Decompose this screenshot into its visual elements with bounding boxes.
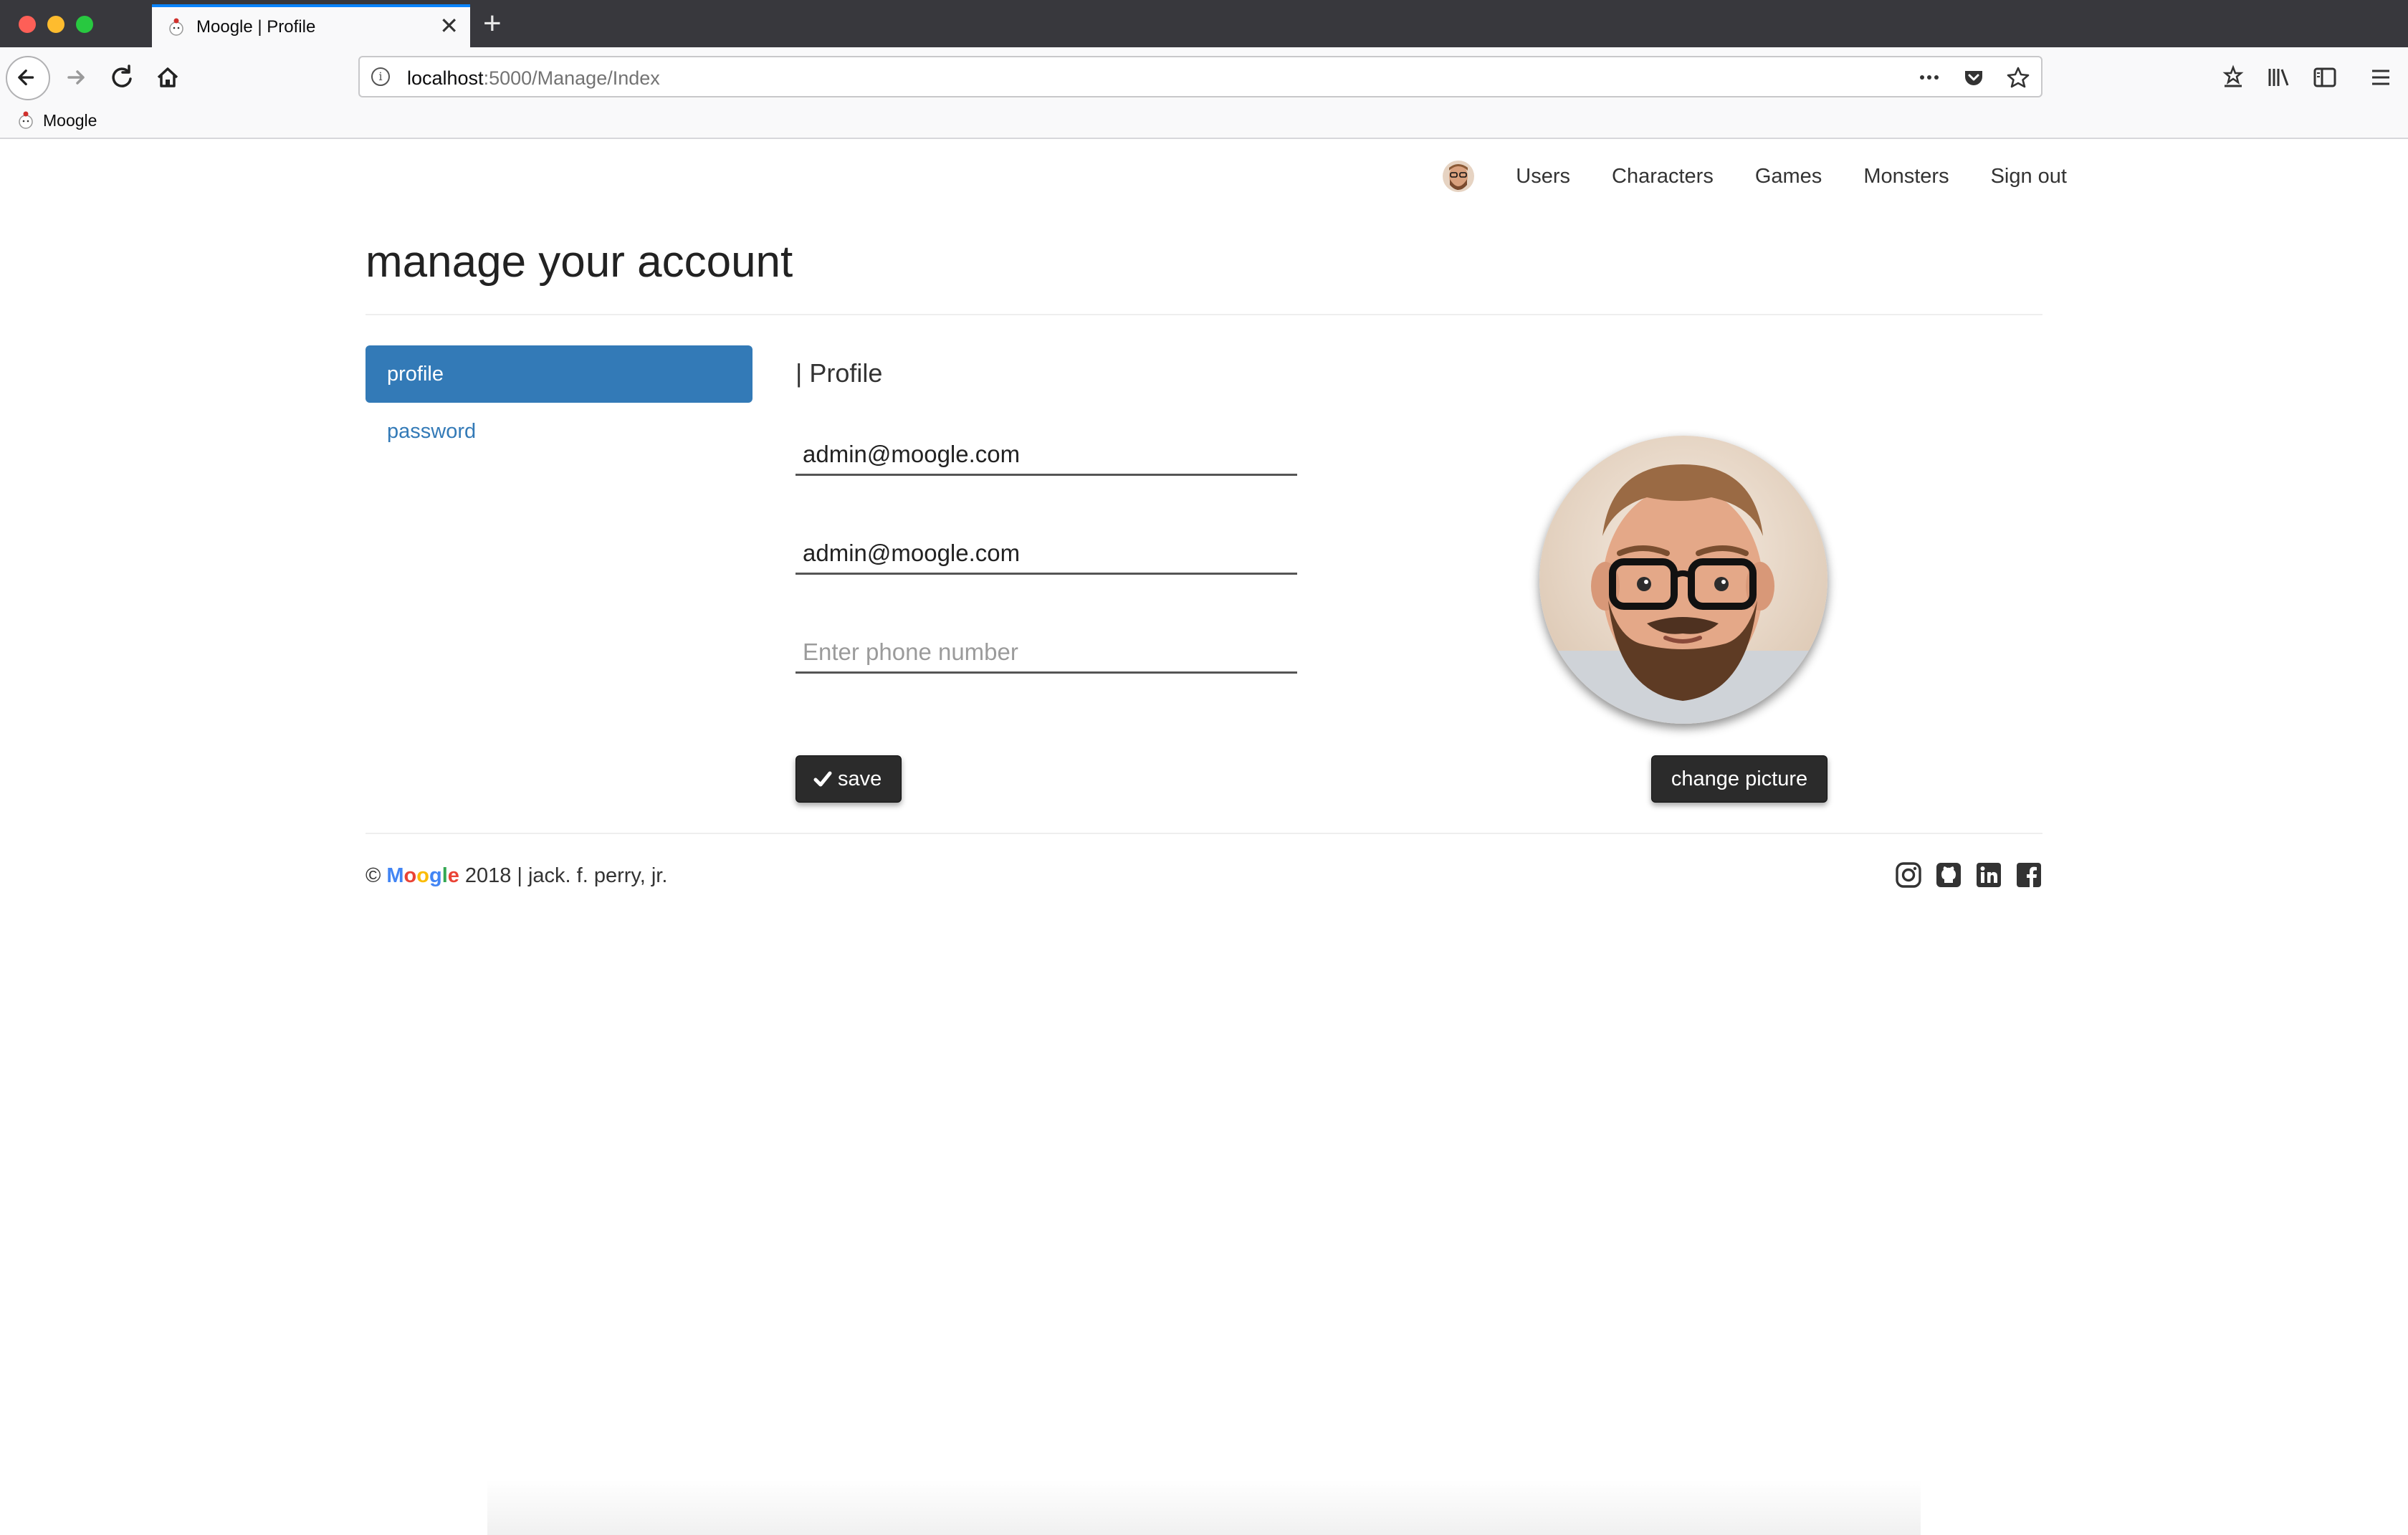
copyright-symbol: © [366,864,381,887]
browser-titlebar: Moogle | Profile ✕ + [0,0,2408,47]
section-title: | Profile [796,358,883,388]
sidebar-item-profile[interactable]: profile [366,345,752,403]
window-maximize-button[interactable] [76,16,93,33]
sidebar-toggle-icon[interactable] [2306,59,2344,96]
library-icon[interactable] [2260,59,2298,96]
browser-toolbar: i localhost:5000/Manage/Index [0,47,2408,106]
brand-letter: g [429,864,442,887]
profile-photo-illustration [1539,436,1828,724]
bookmarks-toolbar: Moogle [0,106,2408,139]
social-links [1895,861,2042,889]
footer-author: jack. f. perry, jr. [527,864,668,887]
reload-icon[interactable] [103,59,140,96]
home-icon[interactable] [149,59,186,96]
nav-monsters[interactable]: Monsters [1863,165,1949,188]
footer-text: © Moogle 2018 | jack. f. perry, jr. [366,864,667,888]
page-title: manage your account [366,237,793,287]
instagram-icon[interactable] [1895,861,1922,889]
window-close-button[interactable] [19,16,36,33]
username-field[interactable] [796,434,1297,476]
avatar-face-icon [1443,161,1475,192]
url-actions [1916,64,2031,90]
brand-letter: o [416,864,429,887]
title-divider [366,314,2042,315]
more-actions-icon[interactable] [1916,64,1942,90]
bookmark-moogle[interactable]: Moogle [16,110,97,130]
footer-year: 2018 [464,864,512,887]
profile-picture [1539,436,1828,724]
back-button[interactable] [6,56,50,100]
new-tab-button[interactable]: + [483,6,502,42]
url-bar[interactable]: i localhost:5000/Manage/Index [358,56,2042,97]
footer-separator: | [517,864,522,887]
github-icon[interactable] [1935,861,1962,889]
email-field[interactable] [796,533,1297,575]
arrow-left-icon [18,70,34,86]
url-path: :5000/Manage/Index [483,67,660,89]
url-host: localhost [407,67,484,89]
brand-logo: Moogle [386,864,459,888]
tab-close-icon[interactable]: ✕ [439,14,459,37]
site-info-icon[interactable]: i [371,67,390,86]
bookmark-label: Moogle [43,110,97,130]
bookmark-star-icon[interactable] [2005,64,2031,90]
checkmark-icon [813,771,832,787]
sidebar-item-password[interactable]: password [366,403,752,460]
account-sidebar: profile password [366,345,752,460]
nav-games[interactable]: Games [1755,165,1822,188]
page-content: Users Characters Games Monsters Sign out… [0,139,2408,1535]
tab-title: Moogle | Profile [196,17,316,37]
moogle-favicon-icon [169,18,183,36]
save-label: save [838,767,882,790]
change-picture-button[interactable]: change picture [1651,755,1828,803]
top-navigation: Users Characters Games Monsters Sign out [1443,161,2067,192]
downloads-star-icon[interactable] [2214,59,2252,96]
brand-letter: o [403,864,417,887]
brand-letter: l [441,864,448,887]
forward-arrow-icon[interactable] [57,59,95,96]
page-bottom-shadow [487,1479,1921,1535]
brand-letter: M [386,864,404,887]
window-minimize-button[interactable] [47,16,64,33]
phone-field[interactable] [796,632,1297,674]
nav-characters[interactable]: Characters [1612,165,1714,188]
moogle-favicon-icon [19,111,33,129]
facebook-icon[interactable] [2015,861,2042,889]
hamburger-menu-icon[interactable] [2362,59,2399,96]
nav-sign-out[interactable]: Sign out [1991,165,2067,188]
save-button[interactable]: save [796,755,902,803]
user-avatar[interactable] [1443,161,1475,192]
browser-tab[interactable]: Moogle | Profile ✕ [152,4,470,47]
nav-users[interactable]: Users [1516,165,1570,188]
footer-divider [366,833,2042,834]
linkedin-icon[interactable] [1975,861,2002,889]
brand-letter: e [447,864,459,887]
url-text: localhost:5000/Manage/Index [407,67,660,90]
pocket-icon[interactable] [1961,64,1987,90]
